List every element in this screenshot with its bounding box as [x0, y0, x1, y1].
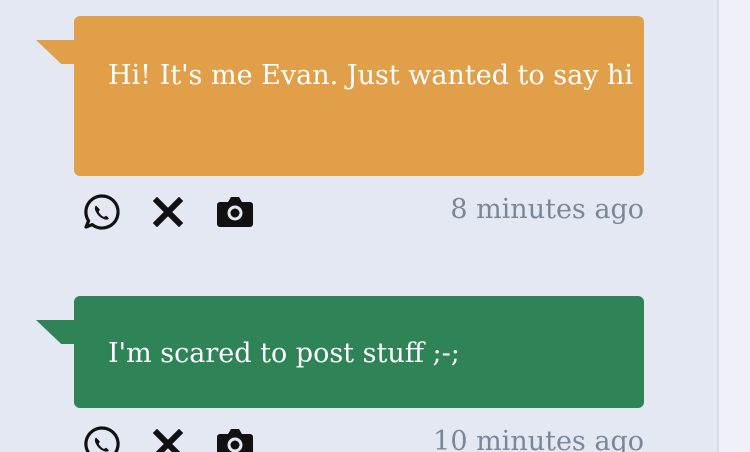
- camera-icon: [217, 429, 253, 452]
- camera-button[interactable]: [215, 192, 255, 232]
- message-card: Hi! It's me Evan. Just wanted to say hi …: [36, 16, 644, 236]
- close-button[interactable]: [148, 192, 188, 232]
- bubble-tail: [36, 320, 76, 344]
- close-button[interactable]: [148, 424, 188, 452]
- close-icon: [153, 429, 183, 452]
- message-bubble: Hi! It's me Evan. Just wanted to say hi: [74, 16, 644, 176]
- message-text: Hi! It's me Evan. Just wanted to say hi: [108, 60, 634, 91]
- right-panel-edge: [719, 0, 750, 452]
- close-icon: [153, 197, 183, 227]
- whatsapp-share-button[interactable]: [82, 424, 122, 452]
- whatsapp-share-button[interactable]: [82, 192, 122, 232]
- whatsapp-icon: [84, 426, 120, 452]
- camera-button[interactable]: [215, 424, 255, 452]
- whatsapp-icon: [84, 194, 120, 230]
- message-text: I'm scared to post stuff ;-;: [108, 338, 460, 369]
- message-timestamp: 8 minutes ago: [450, 194, 644, 225]
- message-timestamp: 10 minutes ago: [433, 426, 644, 452]
- camera-icon: [217, 197, 253, 227]
- bubble-tail: [36, 40, 76, 64]
- message-bubble: I'm scared to post stuff ;-;: [74, 296, 644, 408]
- message-card: I'm scared to post stuff ;-; 10 minutes …: [36, 296, 644, 452]
